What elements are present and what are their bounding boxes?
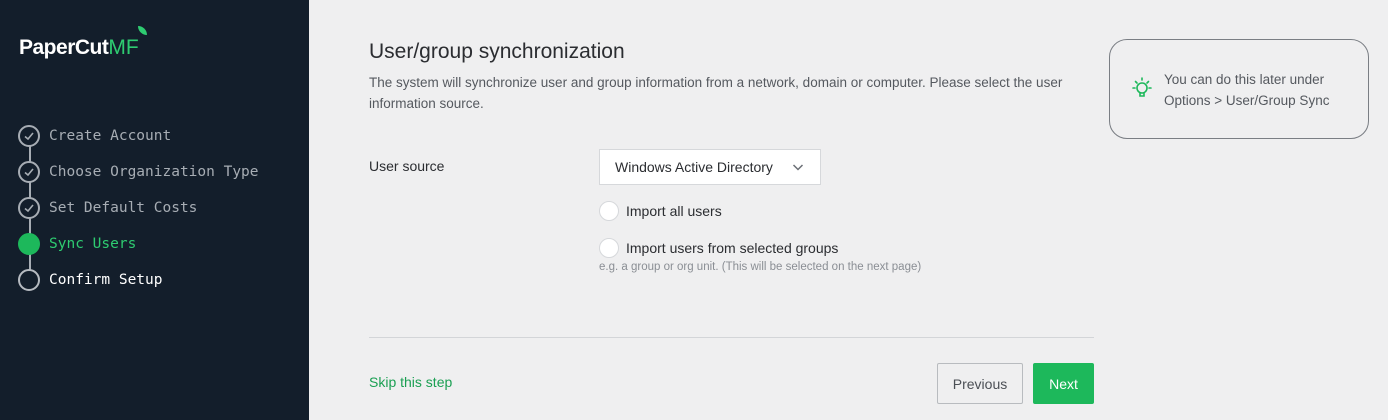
import-selected-groups-label[interactable]: Import users from selected groups [626, 240, 838, 256]
sidebar: PaperCut MF Create Account Choose Organiz… [0, 0, 309, 420]
option-import-selected-groups[interactable]: Import users from selected groups [599, 238, 838, 258]
groups-hint: e.g. a group or org unit. (This will be … [599, 261, 922, 273]
import-all-users-label[interactable]: Import all users [626, 203, 722, 219]
page-title: User/group synchronization [369, 40, 625, 63]
step-create-account: Create Account [18, 118, 259, 154]
leaf-icon [137, 26, 147, 35]
user-source-select[interactable]: Windows Active Directory [599, 149, 821, 185]
active-step-dot [18, 233, 40, 255]
skip-step-link[interactable]: Skip this step [369, 374, 452, 390]
user-source-value: Windows Active Directory [615, 159, 773, 175]
tip-text: You can do this later under Options > Us… [1164, 72, 1330, 108]
check-icon [18, 197, 40, 219]
step-set-default-costs: Set Default Costs [18, 190, 259, 226]
step-label: Choose Organization Type [49, 164, 259, 180]
setup-steps: Create Account Choose Organization Type … [18, 118, 259, 298]
step-choose-organization-type: Choose Organization Type [18, 154, 259, 190]
step-label: Confirm Setup [49, 272, 163, 288]
papercut-logo: PaperCut MF [19, 26, 147, 60]
divider [369, 337, 1094, 338]
logo-name: PaperCut [19, 36, 109, 59]
check-icon [18, 125, 40, 147]
pending-step-circle [18, 269, 40, 291]
previous-button[interactable]: Previous [937, 363, 1023, 404]
page-description: The system will synchronize user and gro… [369, 75, 1063, 111]
import-selected-groups-radio[interactable] [599, 238, 619, 258]
import-all-users-radio[interactable] [599, 201, 619, 221]
chevron-down-icon [792, 164, 804, 171]
option-import-all-users[interactable]: Import all users [599, 201, 722, 221]
step-label: Sync Users [49, 236, 137, 252]
tip-box: You can do this later under Options > Us… [1109, 39, 1369, 139]
logo-suffix: MF [108, 36, 139, 59]
check-icon [18, 161, 40, 183]
step-label: Create Account [49, 128, 172, 144]
step-confirm-setup: Confirm Setup [18, 262, 259, 298]
lightbulb-icon [1132, 77, 1152, 97]
step-sync-users: Sync Users [18, 226, 259, 262]
next-button[interactable]: Next [1033, 363, 1094, 404]
user-source-label: User source [369, 158, 445, 174]
step-label: Set Default Costs [49, 200, 198, 216]
